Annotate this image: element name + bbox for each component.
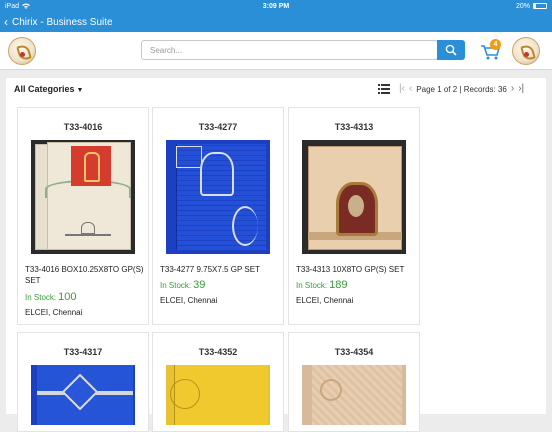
list-view-icon[interactable]	[378, 84, 390, 94]
product-card[interactable]: T33-4352	[152, 332, 284, 432]
pagination: |‹ ‹ Page 1 of 2 | Records: 36 › ›|	[399, 82, 524, 96]
product-card[interactable]: T33-4277 T33-4277 9.75X7.5 GP SET In Sto…	[152, 107, 284, 325]
product-card[interactable]: T33-4317	[17, 332, 149, 432]
brand-logo[interactable]	[8, 37, 36, 65]
stock-label: In Stock:	[25, 293, 57, 302]
product-image[interactable]	[166, 365, 270, 425]
nav-title[interactable]: Chirix - Business Suite	[12, 17, 113, 28]
product-title: T33-4277 9.75X7.5 GP SET	[160, 265, 260, 274]
product-image[interactable]	[166, 140, 270, 254]
back-chevron-icon[interactable]: ‹	[4, 16, 8, 28]
product-code: T33-4277	[198, 122, 238, 132]
user-avatar[interactable]	[512, 37, 540, 65]
category-label: All Categories	[14, 84, 75, 94]
product-card[interactable]: T33-4354	[288, 332, 420, 432]
search-button[interactable]	[437, 40, 465, 60]
product-image[interactable]	[31, 140, 135, 254]
filter-bar: All Categories ▼ |‹ ‹ Page 1 of 2 | Recor…	[6, 78, 546, 100]
product-card[interactable]: T33-4016 T33-4016 BOX10.25X8TO GP(S) SET…	[17, 107, 149, 325]
device-label: iPad	[5, 2, 20, 10]
stock-status: In Stock: 39	[160, 279, 205, 291]
category-dropdown[interactable]: All Categories ▼	[14, 84, 83, 94]
product-code: T33-4352	[198, 347, 238, 357]
top-toolbar: 4	[0, 32, 552, 70]
product-code: T33-4313	[334, 122, 374, 132]
page-info: Page 1 of 2 | Records: 36	[416, 84, 507, 94]
product-card[interactable]: T33-4313 T33-4313 10X8TO GP(S) SET In St…	[288, 107, 420, 325]
next-page-icon[interactable]: ›	[511, 84, 514, 94]
catalog-panel: All Categories ▼ |‹ ‹ Page 1 of 2 | Recor…	[6, 78, 546, 432]
stock-label: In Stock:	[296, 281, 328, 290]
search-icon	[445, 44, 457, 56]
status-bar: iPad 3:09 PM 20%	[0, 0, 552, 12]
product-image[interactable]	[31, 365, 135, 425]
last-page-icon[interactable]: ›|	[518, 84, 524, 94]
vendor-name: ELCEI, Chennai	[25, 308, 83, 317]
product-title: T33-4313 10X8TO GP(S) SET	[296, 265, 405, 274]
stock-quantity: 189	[329, 279, 348, 291]
stock-status: In Stock: 100	[25, 291, 76, 303]
product-code: T33-4016	[63, 122, 103, 132]
battery-icon	[533, 3, 548, 9]
product-title: T33-4016 BOX10.25X8TO GP(S) SET	[25, 265, 144, 285]
battery-percent: 20%	[516, 2, 531, 10]
stock-status: In Stock: 189	[296, 279, 347, 291]
stock-quantity: 100	[58, 291, 77, 303]
first-page-icon[interactable]: |‹	[399, 84, 405, 94]
vendor-name: ELCEI, Chennai	[296, 296, 354, 305]
stock-label: In Stock:	[160, 281, 192, 290]
stock-quantity: 39	[193, 279, 206, 291]
nav-bar: ‹ Chirix - Business Suite	[0, 12, 552, 32]
product-code: T33-4354	[334, 347, 374, 357]
vendor-name: ELCEI, Chennai	[160, 296, 218, 305]
cart-button[interactable]: 4	[480, 39, 504, 63]
product-image[interactable]	[302, 140, 406, 254]
caret-down-icon: ▼	[76, 87, 84, 94]
cart-count-badge: 4	[490, 39, 501, 50]
product-image[interactable]	[302, 365, 406, 425]
prev-page-icon[interactable]: ‹	[409, 84, 412, 94]
search-input[interactable]	[141, 40, 438, 60]
status-time: 3:09 PM	[262, 2, 290, 10]
product-code: T33-4317	[63, 347, 103, 357]
wifi-icon	[22, 3, 31, 9]
